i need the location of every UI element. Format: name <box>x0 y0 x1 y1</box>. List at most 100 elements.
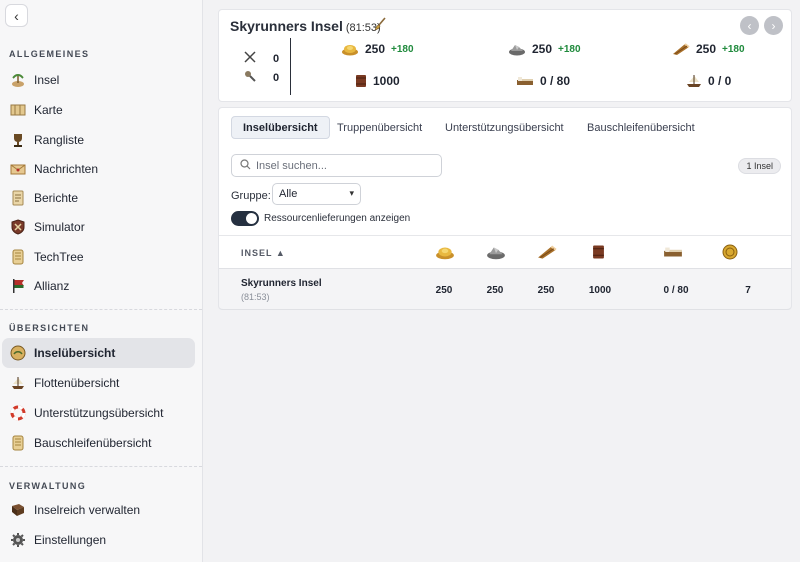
search-placeholder: Insel suchen... <box>256 159 327 172</box>
tools-icon <box>243 69 257 86</box>
tab-unterstuetzungsuebersicht[interactable]: Unterstützungsübersicht <box>433 116 576 139</box>
tab-truppenuebersicht[interactable]: Truppenübersicht <box>325 116 434 139</box>
sidebar-item-label: Karte <box>34 103 63 117</box>
sidebar-item-inseluebersicht[interactable]: Inselübersicht <box>2 338 195 368</box>
book-icon <box>9 501 27 519</box>
wood-icon <box>537 244 557 263</box>
sidebar-item-label: Unterstützungsübersicht <box>34 406 164 420</box>
island-header-card: Skyrunners Insel (81:53) ‹ › 0 0 250 +180… <box>218 9 792 102</box>
resource-wood-rate: +180 <box>722 43 745 55</box>
sidebar-item-einstellungen[interactable]: Einstellungen <box>2 525 195 555</box>
map-icon <box>9 101 27 119</box>
sidebar-item-berichte[interactable]: Berichte <box>2 183 195 213</box>
units-swords: 0 <box>243 50 279 67</box>
column-header-island[interactable]: INSEL ▲ <box>241 248 286 258</box>
row-island-name[interactable]: Skyrunners Insel <box>241 278 322 289</box>
storage-icon <box>592 244 605 263</box>
sidebar-item-label: Bauschleifenübersicht <box>34 436 152 450</box>
sidebar-item-label: Flottenübersicht <box>34 376 120 390</box>
sidebar-item-bauschleifenuebersicht[interactable]: Bauschleifenübersicht <box>2 428 195 458</box>
resource-gold: 250 +180 <box>341 42 414 56</box>
sidebar-item-label: Einstellungen <box>34 533 107 547</box>
simulator-icon <box>9 218 27 236</box>
section-label-overviews: ÜBERSICHTEN <box>9 323 90 333</box>
sidebar-item-label: Inselreich verwalten <box>34 503 141 517</box>
resource-ships: 0 / 0 <box>686 74 731 88</box>
table-row[interactable]: Skyrunners Insel (81:53) 250 250 250 100… <box>219 269 791 310</box>
swords-icon <box>243 50 257 67</box>
island-count-badge: 1 Insel <box>738 158 781 174</box>
table-header: INSEL ▲ <box>219 235 791 269</box>
collapse-sidebar-button[interactable]: ‹ <box>5 4 28 27</box>
chevron-left-icon: ‹ <box>747 18 752 33</box>
chevron-down-icon: ▾ <box>349 188 354 198</box>
sidebar-item-label: Simulator <box>34 220 85 234</box>
sidebar-item-flottenuebersicht[interactable]: Flottenübersicht <box>2 368 195 398</box>
storage-icon <box>355 74 367 88</box>
resource-deliveries-label: Ressourcenlieferungen anzeigen <box>264 213 411 224</box>
fleet-icon <box>9 374 27 392</box>
sidebar-item-label: Allianz <box>34 279 70 293</box>
bed-icon <box>663 244 683 263</box>
next-island-button[interactable]: › <box>764 16 783 35</box>
sidebar-item-karte[interactable]: Karte <box>2 95 195 125</box>
stone-icon <box>508 42 526 56</box>
resource-housing: 0 / 80 <box>516 74 570 88</box>
build-queue-icon <box>9 434 27 452</box>
sidebar-item-nachrichten[interactable]: Nachrichten <box>2 154 195 184</box>
units-tools: 0 <box>243 69 279 86</box>
cell-stone: 250 <box>486 285 504 296</box>
cell-gold: 250 <box>435 285 453 296</box>
cell-storage: 1000 <box>588 285 612 296</box>
group-select[interactable]: Alle ▾ <box>272 183 361 205</box>
group-selected-value: Alle <box>279 188 298 200</box>
messages-icon <box>9 160 27 178</box>
resource-stone-rate: +180 <box>558 43 581 55</box>
resource-wood: 250 +180 <box>672 42 745 56</box>
sidebar-item-label: Rangliste <box>34 133 85 147</box>
island-overview-icon <box>9 344 27 362</box>
resource-gold-rate: +180 <box>391 43 414 55</box>
header-separator <box>290 38 291 95</box>
cell-wood: 250 <box>537 285 555 296</box>
resource-wood-value: 250 <box>696 42 717 56</box>
tab-bauschleifenuebersicht[interactable]: Bauschleifenübersicht <box>575 116 707 139</box>
cell-coins: 7 <box>745 285 751 296</box>
rename-brush-icon[interactable] <box>373 17 387 34</box>
sidebar-item-insel[interactable]: Insel <box>2 65 195 95</box>
island-icon <box>9 71 27 89</box>
chevron-left-icon: ‹ <box>14 7 19 24</box>
resource-ships-value: 0 / 0 <box>708 74 732 88</box>
sidebar-item-rangliste[interactable]: Rangliste <box>2 125 195 155</box>
search-icon <box>240 158 251 173</box>
row-island-coords: (81:53) <box>241 292 270 302</box>
island-name: Skyrunners Insel <box>230 18 343 34</box>
wood-icon <box>672 42 690 56</box>
reports-icon <box>9 189 27 207</box>
resource-deliveries-toggle[interactable] <box>231 211 259 226</box>
island-title: Skyrunners Insel (81:53) <box>230 18 381 34</box>
overview-card: Inselübersicht Truppenübersicht Unterstü… <box>218 107 792 310</box>
sidebar-item-label: Nachrichten <box>34 162 99 176</box>
sidebar-item-unterstuetzungsuebersicht[interactable]: Unterstützungsübersicht <box>2 398 195 428</box>
toggle-knob <box>246 213 257 224</box>
sidebar-item-inselreich-verwalten[interactable]: Inselreich verwalten <box>2 495 195 525</box>
sidebar-item-label: Insel <box>34 73 60 87</box>
lifebuoy-icon <box>9 404 27 422</box>
sidebar-item-techtree[interactable]: TechTree <box>2 242 195 272</box>
resource-stone-value: 250 <box>532 42 553 56</box>
sidebar-divider <box>0 466 202 467</box>
sidebar-item-label: Inselübersicht <box>34 346 116 360</box>
units-tools-value: 0 <box>273 71 280 84</box>
trophy-icon <box>9 131 27 149</box>
gold-icon <box>435 244 455 263</box>
island-search-input[interactable]: Insel suchen... <box>231 154 442 177</box>
resource-stone: 250 +180 <box>508 42 581 56</box>
resource-housing-value: 0 / 80 <box>540 74 571 88</box>
sidebar-divider <box>0 309 202 310</box>
sidebar-item-allianz[interactable]: Allianz <box>2 271 195 301</box>
sidebar-item-simulator[interactable]: Simulator <box>2 212 195 242</box>
tab-inseluebersicht[interactable]: Inselübersicht <box>231 116 330 139</box>
previous-island-button[interactable]: ‹ <box>740 16 759 35</box>
ship-icon <box>686 74 702 88</box>
